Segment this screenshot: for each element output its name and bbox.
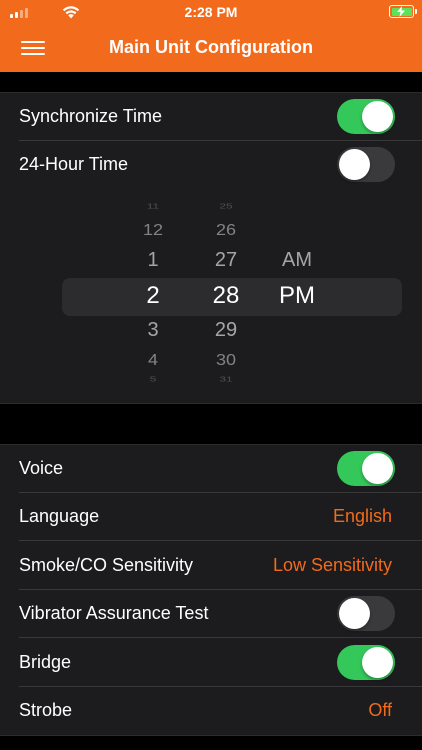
device-settings-group: Voice Language English Smoke/CO Sensitiv…: [0, 444, 422, 736]
nav-header: 2:28 PM Main Unit Configuration: [0, 0, 422, 72]
time-picker[interactable]: 11 12 1 2 3 4 5 25 26 27 28 29 30 31 AM …: [0, 189, 422, 402]
strobe-value[interactable]: Off: [368, 700, 392, 721]
picker-minute-item[interactable]: 29: [196, 320, 256, 340]
bridge-toggle[interactable]: [337, 644, 395, 680]
picker-minute-item[interactable]: 31: [196, 375, 256, 382]
bridge-row: Bridge: [0, 638, 422, 687]
strobe-row[interactable]: Strobe Off: [0, 687, 422, 736]
battery-tip: [415, 9, 417, 14]
picker-am-item[interactable]: AM: [267, 250, 327, 270]
hour-24-toggle[interactable]: [337, 147, 395, 183]
strobe-label: Strobe: [19, 700, 73, 721]
language-row[interactable]: Language English: [0, 493, 422, 541]
status-bar: 2:28 PM: [0, 0, 422, 24]
picker-hour-item[interactable]: 12: [123, 222, 183, 237]
page-title: Main Unit Configuration: [109, 37, 313, 57]
picker-minute-item[interactable]: 27: [196, 250, 256, 270]
voice-toggle[interactable]: [337, 450, 395, 486]
vibrator-test-toggle[interactable]: [337, 596, 395, 632]
picker-hour-item[interactable]: 3: [123, 320, 183, 340]
toggle-knob: [339, 598, 370, 630]
toggle-knob: [362, 100, 393, 132]
voice-row: Voice: [0, 444, 422, 493]
time-settings-group: Synchronize Time 24-Hour Time 11 12 1 2 …: [0, 92, 422, 404]
toggle-knob: [362, 452, 393, 484]
picker-hour-selected[interactable]: 2: [123, 284, 183, 308]
picker-minute-item[interactable]: 26: [196, 222, 256, 237]
picker-minute-item[interactable]: 30: [196, 352, 256, 367]
synchronize-time-label: Synchronize Time: [19, 105, 163, 126]
vibrator-test-label: Vibrator Assurance Test: [19, 603, 209, 624]
language-label: Language: [19, 506, 100, 527]
sensitivity-label: Smoke/CO Sensitivity: [19, 554, 194, 575]
sensitivity-row[interactable]: Smoke/CO Sensitivity Low Sensitivity: [0, 541, 422, 590]
synchronize-time-toggle[interactable]: [337, 98, 395, 134]
voice-label: Voice: [19, 457, 64, 478]
picker-hour-item[interactable]: 11: [123, 202, 183, 209]
toggle-knob: [339, 149, 370, 181]
picker-hour-item[interactable]: 5: [123, 375, 183, 382]
picker-hour-item[interactable]: 4: [123, 352, 183, 367]
language-value[interactable]: English: [333, 506, 392, 527]
synchronize-time-row: Synchronize Time: [0, 92, 422, 141]
picker-minute-item[interactable]: 25: [196, 202, 256, 209]
picker-minute-selected[interactable]: 28: [196, 284, 256, 308]
picker-hour-item[interactable]: 1: [123, 250, 183, 270]
hour-24-label: 24-Hour Time: [19, 154, 129, 175]
bridge-label: Bridge: [19, 651, 72, 672]
picker-ampm-selected[interactable]: PM: [267, 284, 327, 308]
sensitivity-value[interactable]: Low Sensitivity: [273, 555, 392, 576]
vibrator-test-row: Vibrator Assurance Test: [0, 590, 422, 638]
toggle-knob: [362, 646, 393, 678]
status-time: 2:28 PM: [184, 4, 238, 20]
hour-24-row: 24-Hour Time: [0, 141, 422, 190]
charging-bolt-icon: [397, 6, 405, 17]
